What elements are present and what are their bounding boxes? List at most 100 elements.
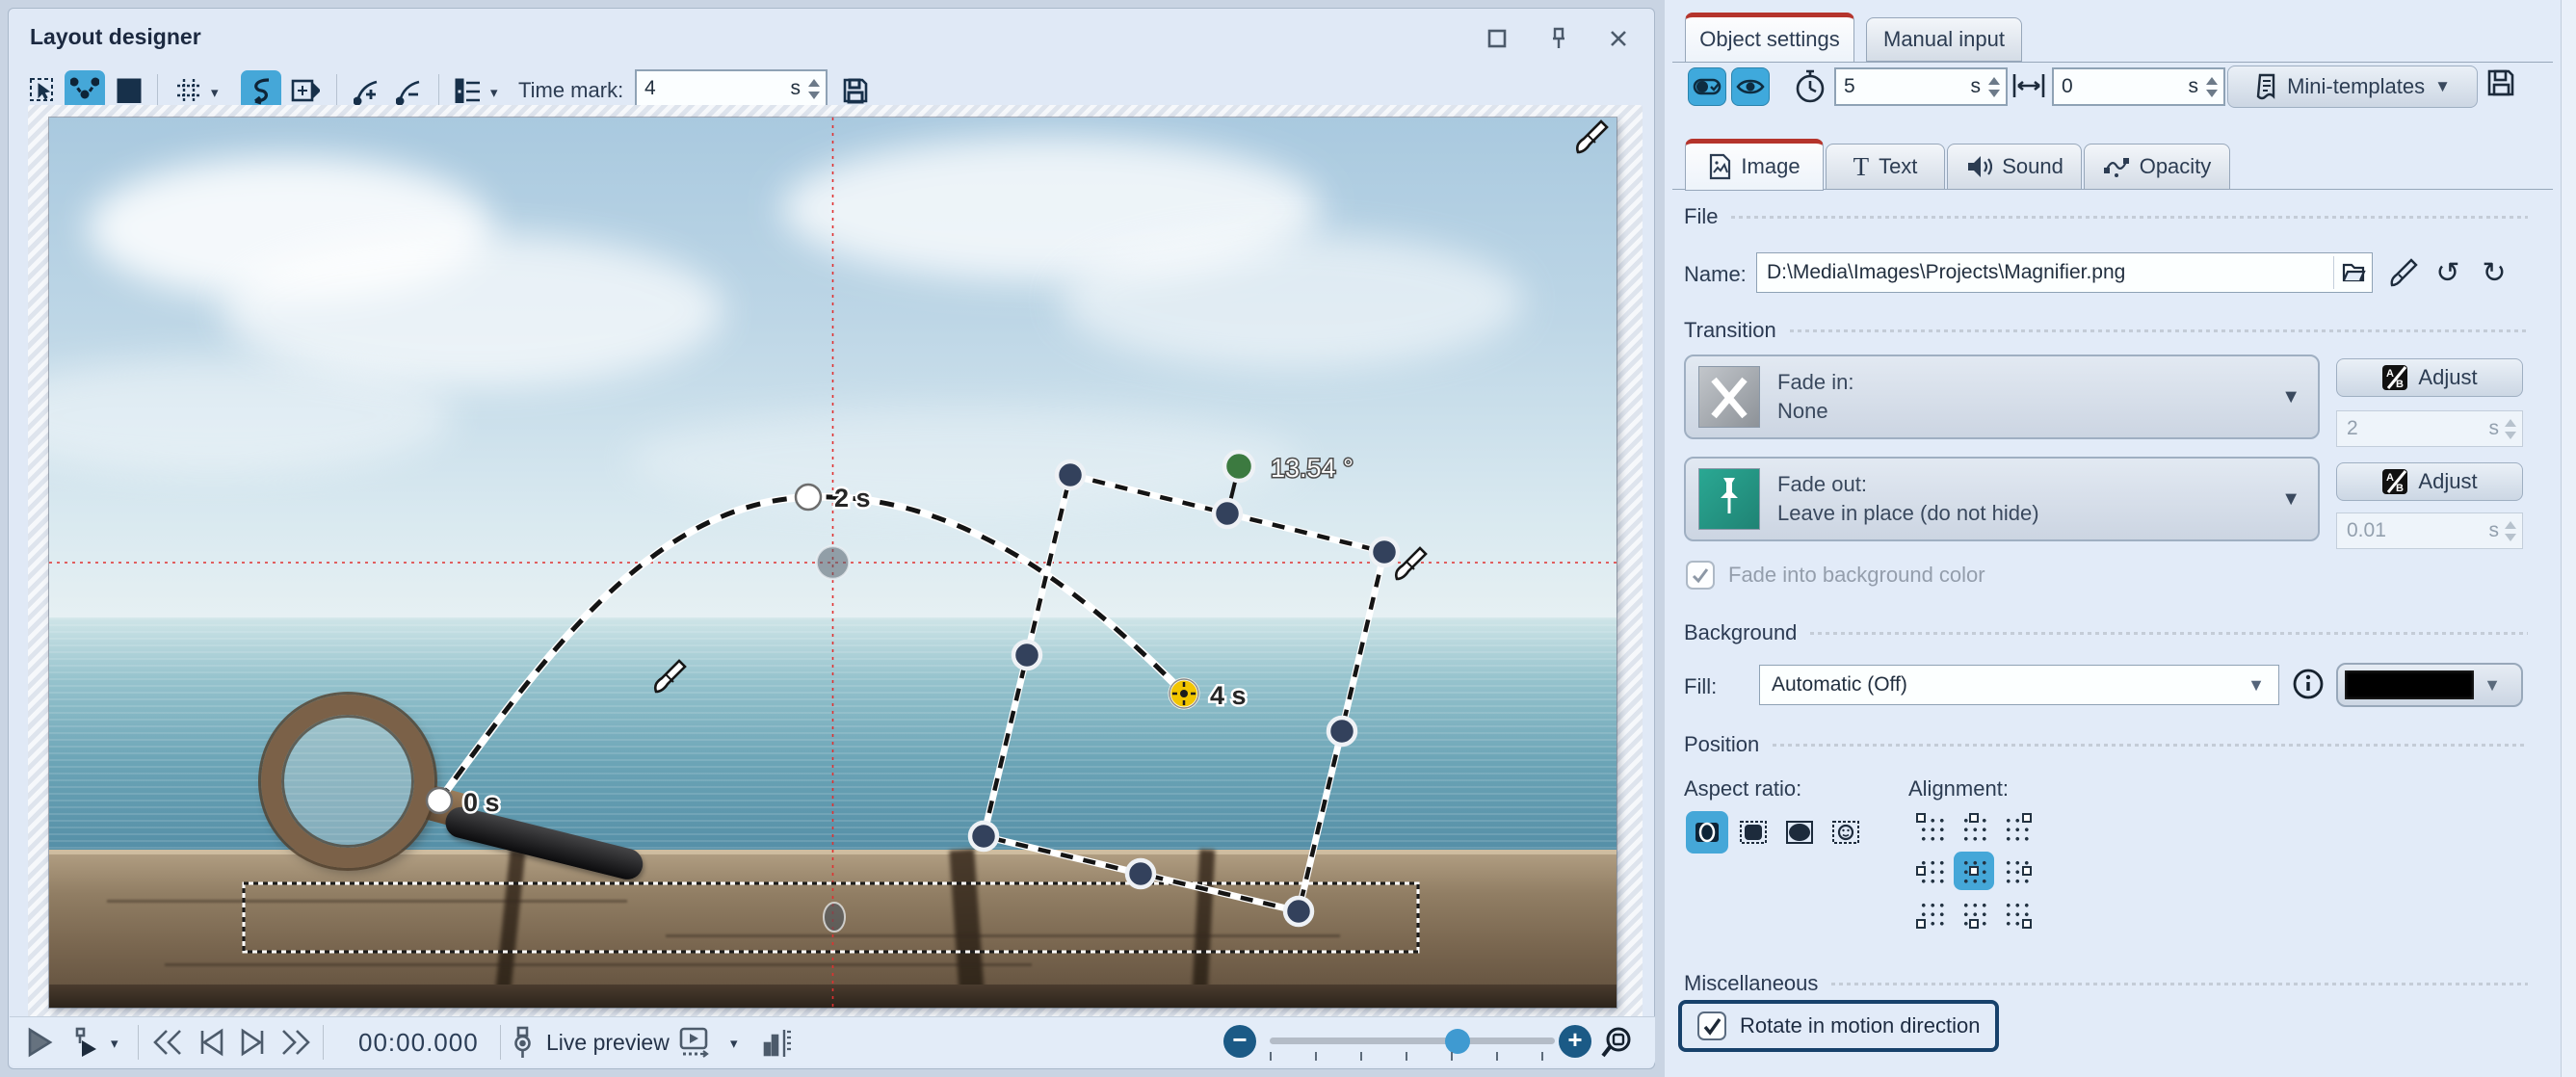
panel-scroll-strip[interactable] — [2561, 0, 2576, 1077]
tab-opacity-label: Opacity — [2140, 154, 2212, 179]
zoom-slider-track[interactable] — [1270, 1038, 1555, 1044]
previous-frame-button[interactable] — [195, 1027, 227, 1058]
grid-icon — [175, 77, 202, 104]
preview-window-button[interactable] — [677, 1026, 712, 1061]
tab-text[interactable]: T Text — [1826, 144, 1945, 190]
play-icon — [23, 1026, 56, 1059]
zoom-in-button[interactable]: + — [1559, 1025, 1591, 1058]
rewind-button[interactable] — [150, 1027, 185, 1058]
aspect-fill-button[interactable] — [1732, 811, 1774, 854]
aspect-keep-button[interactable] — [1686, 811, 1728, 854]
maximize-button[interactable] — [1481, 22, 1513, 55]
opacity-tab-icon — [2103, 154, 2130, 179]
rewind-icon — [150, 1027, 185, 1058]
edit-image-button[interactable] — [2388, 256, 2421, 289]
aspect-distort-icon — [1831, 818, 1860, 847]
fill-label: Fill: — [1684, 674, 1717, 699]
time-mark-spinner[interactable]: s — [635, 69, 828, 108]
play-from-marker-button[interactable] — [69, 1027, 100, 1058]
fade-in-duration-value: 2 — [2337, 417, 2489, 440]
aspect-distort-button[interactable] — [1825, 811, 1867, 854]
swatch-caret[interactable]: ▼ — [2474, 675, 2510, 696]
align-middle-left-button[interactable] — [1911, 852, 1952, 890]
toggle-active-button[interactable] — [1688, 67, 1726, 106]
fill-select[interactable]: Automatic (Off) ▼ — [1759, 665, 2279, 705]
align-top-right-button[interactable] — [1996, 809, 2037, 848]
tab-sound[interactable]: Sound — [1947, 144, 2082, 190]
layout-canvas[interactable]: 13.54 ° 0 s 2 s 4 s — [49, 118, 1617, 1008]
mini-templates-dropdown[interactable]: Mini-templates ▼ — [2227, 66, 2478, 108]
offset-spin-arrows[interactable] — [2204, 77, 2223, 97]
name-label: Name: — [1684, 262, 1747, 287]
fill-info-icon[interactable] — [2291, 667, 2326, 701]
fast-forward-button[interactable] — [278, 1027, 313, 1058]
file-name-input[interactable] — [1757, 261, 2333, 284]
adjust-ab-icon: AB — [2381, 364, 2408, 391]
pin-button[interactable] — [1542, 22, 1575, 55]
fade-in-adjust-button[interactable]: AB Adjust — [2336, 358, 2523, 397]
statistics-button[interactable] — [761, 1026, 794, 1059]
file-name-field[interactable] — [1756, 252, 2373, 293]
object-settings-panel: Object settings Manual input s s — [1665, 0, 2561, 1077]
transition-section-header: Transition — [1684, 318, 2528, 343]
align-middle-right-button[interactable] — [1996, 852, 2037, 890]
mini-templates-icon — [2254, 72, 2277, 101]
duration-input[interactable] — [1836, 75, 1971, 98]
align-center-button[interactable] — [1954, 852, 1994, 890]
fade-in-dropdown[interactable]: Fade in: None ▼ — [1684, 355, 2320, 439]
align-top-center-button[interactable] — [1954, 809, 1994, 848]
zoom-slider-thumb[interactable] — [1445, 1029, 1470, 1054]
save-disk-icon — [842, 77, 869, 104]
fade-into-background-checkbox[interactable] — [1686, 561, 1715, 590]
browse-file-button[interactable] — [2333, 256, 2372, 289]
eye-icon — [1736, 75, 1765, 98]
grid-dropdown-caret[interactable]: ▾ — [211, 84, 219, 101]
next-frame-button[interactable] — [237, 1027, 270, 1058]
file-section-header: File — [1684, 204, 2528, 229]
save-settings-button[interactable] — [2485, 67, 2516, 98]
fill-color-swatch[interactable]: ▼ — [2336, 663, 2523, 707]
tab-object-settings[interactable]: Object settings — [1685, 13, 1854, 63]
aspect-stretch-button[interactable] — [1778, 811, 1821, 854]
fade-out-value: Leave in place (do not hide) — [1777, 499, 2039, 528]
duration-spinner[interactable]: s — [1834, 67, 2008, 106]
panel-title: Layout designer — [30, 24, 201, 50]
visibility-button[interactable] — [1731, 67, 1770, 106]
fade-into-background-label: Fade into background color — [1728, 563, 1985, 588]
tab-image[interactable]: Image — [1685, 139, 1824, 191]
photo-dock — [49, 850, 1617, 1008]
preview-options-caret[interactable]: ▾ — [730, 1035, 738, 1052]
list-dropdown-caret[interactable]: ▾ — [490, 84, 498, 101]
align-bottom-right-button[interactable] — [1996, 894, 2037, 933]
duration-spin-arrows[interactable] — [1986, 77, 2006, 97]
fade-out-adjust-button[interactable]: AB Adjust — [2336, 462, 2523, 501]
align-bottom-center-button[interactable] — [1954, 894, 1994, 933]
background-section-header: Background — [1684, 620, 2528, 645]
time-mark-input[interactable] — [637, 77, 791, 100]
play-button[interactable] — [23, 1026, 56, 1059]
rotate-left-button[interactable]: ↺ — [2429, 254, 2467, 293]
fade-out-dropdown[interactable]: Fade out: Leave in place (do not hide) ▼ — [1684, 457, 2320, 541]
rotate-right-button[interactable]: ↻ — [2475, 254, 2513, 293]
play-options-caret[interactable]: ▾ — [111, 1035, 118, 1052]
rotate-in-motion-checkbox[interactable] — [1697, 1011, 1726, 1040]
offset-spinner[interactable]: s — [2052, 67, 2225, 106]
rotate-in-motion-focus: Rotate in motion direction — [1678, 1000, 1999, 1052]
offset-input[interactable] — [2054, 75, 2189, 98]
time-mark-spin-arrows[interactable] — [806, 79, 826, 99]
folder-icon — [2341, 261, 2366, 284]
tab-manual-input[interactable]: Manual input — [1866, 17, 2022, 62]
close-button[interactable] — [1602, 22, 1635, 55]
fade-into-background-row[interactable]: Fade into background color — [1686, 561, 1985, 590]
align-top-left-button[interactable] — [1911, 809, 1952, 848]
zoom-out-button[interactable]: − — [1223, 1025, 1256, 1058]
magnifier-image[interactable] — [261, 695, 434, 868]
fade-in-duration-spinner: 2 s — [2336, 410, 2523, 447]
fade-out-adjust-label: Adjust — [2418, 469, 2477, 494]
zoom-fit-button[interactable] — [1599, 1026, 1634, 1061]
tab-opacity[interactable]: Opacity — [2084, 144, 2230, 190]
node-plus-icon — [354, 76, 382, 105]
align-bottom-left-button[interactable] — [1911, 894, 1952, 933]
sound-tab-icon — [1965, 154, 1992, 179]
live-preview-pin-icon[interactable] — [509, 1026, 538, 1059]
